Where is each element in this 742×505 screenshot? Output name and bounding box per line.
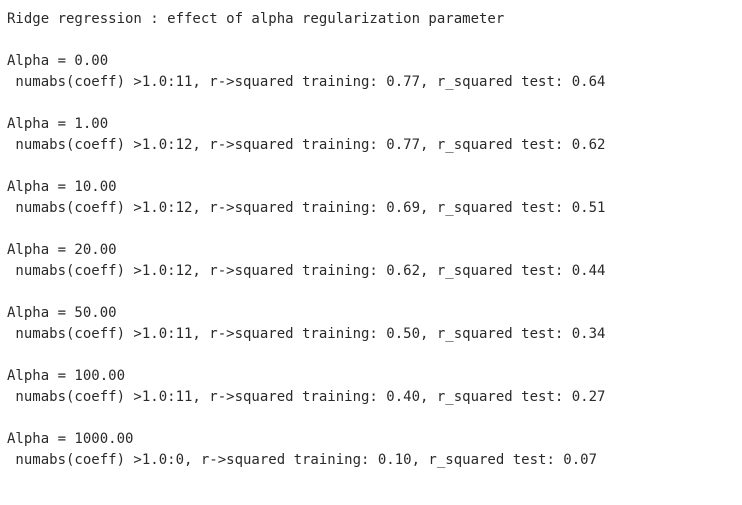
alpha-line: Alpha = 10.00 bbox=[7, 179, 117, 195]
result-line: numabs(coeff) >1.0:12, r->squared traini… bbox=[7, 200, 606, 216]
result-line: numabs(coeff) >1.0:11, r->squared traini… bbox=[7, 389, 606, 405]
alpha-line: Alpha = 20.00 bbox=[7, 242, 117, 258]
alpha-block-4: Alpha = 50.00 numabs(coeff) >1.0:11, r->… bbox=[7, 303, 605, 345]
result-line: numabs(coeff) >1.0:12, r->squared traini… bbox=[7, 263, 606, 279]
result-line: numabs(coeff) >1.0:0, r->squared trainin… bbox=[7, 452, 598, 468]
result-line: numabs(coeff) >1.0:12, r->squared traini… bbox=[7, 137, 606, 153]
alpha-block-2: Alpha = 10.00 numabs(coeff) >1.0:12, r->… bbox=[7, 177, 605, 219]
output-title: Ridge regression : effect of alpha regul… bbox=[7, 11, 505, 27]
alpha-line: Alpha = 100.00 bbox=[7, 368, 126, 384]
alpha-line: Alpha = 0.00 bbox=[7, 53, 109, 69]
alpha-block-5: Alpha = 100.00 numabs(coeff) >1.0:11, r-… bbox=[7, 366, 605, 408]
alpha-block-0: Alpha = 0.00 numabs(coeff) >1.0:11, r->s… bbox=[7, 51, 605, 93]
alpha-block-6: Alpha = 1000.00 numabs(coeff) >1.0:0, r-… bbox=[7, 429, 605, 471]
alpha-block-3: Alpha = 20.00 numabs(coeff) >1.0:12, r->… bbox=[7, 240, 605, 282]
result-line: numabs(coeff) >1.0:11, r->squared traini… bbox=[7, 74, 606, 90]
console-output: Ridge regression : effect of alpha regul… bbox=[7, 9, 605, 471]
alpha-line: Alpha = 1000.00 bbox=[7, 431, 134, 447]
alpha-block-1: Alpha = 1.00 numabs(coeff) >1.0:12, r->s… bbox=[7, 114, 605, 156]
alpha-line: Alpha = 50.00 bbox=[7, 305, 117, 321]
alpha-line: Alpha = 1.00 bbox=[7, 116, 109, 132]
result-line: numabs(coeff) >1.0:11, r->squared traini… bbox=[7, 326, 606, 342]
